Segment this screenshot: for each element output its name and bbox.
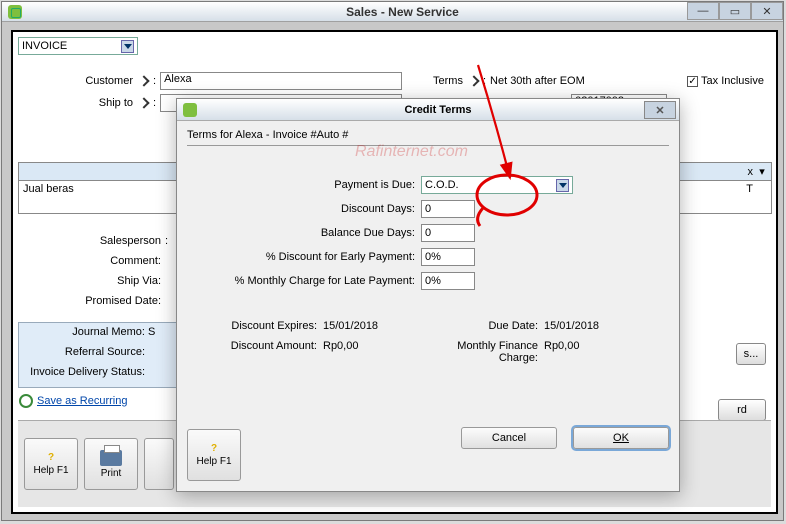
pct-monthly-input[interactable]: 0% [421,272,475,290]
chevron-down-icon[interactable]: ▾ [757,165,767,178]
due-date-label: Due Date: [428,320,538,332]
dialog-titlebar: Credit Terms ✕ [177,99,679,121]
zoom-arrow-icon[interactable] [137,96,151,110]
terms-for-label: Terms for Alexa - Invoice #Auto # [187,129,669,141]
doc-type-value: INVOICE [22,40,67,52]
maximize-button[interactable]: ▭ [719,2,751,20]
zoom-arrow-icon[interactable] [467,74,481,88]
dialog-icon [183,103,197,117]
tax-inclusive-checkbox[interactable] [687,76,698,87]
titlebar: Sales - New Service — ▭ ✕ [2,2,783,22]
line-item-text: Jual beras [23,183,74,195]
dialog-close-button[interactable]: ✕ [644,101,676,119]
balance-due-input[interactable]: 0 [421,224,475,242]
watermark: Rafinternet.com [355,143,468,161]
print-button[interactable]: Print [84,438,138,490]
due-date-value: 15/01/2018 [544,320,599,332]
zoom-arrow-icon[interactable] [137,74,151,88]
payment-due-label: Payment is Due: [187,179,415,191]
chevron-down-icon [556,179,569,192]
chevron-down-icon [121,40,134,53]
discount-days-label: Discount Days: [187,203,415,215]
recurring-icon [19,394,33,408]
ok-button[interactable]: OK [573,427,669,449]
discount-expires-label: Discount Expires: [187,320,317,332]
customer-input[interactable]: Alexa [160,72,402,90]
pct-discount-input[interactable]: 0% [421,248,475,266]
rd-button[interactable]: rd [718,399,766,421]
discount-days-input[interactable]: 0 [421,200,475,218]
cancel-button[interactable]: Cancel [461,427,557,449]
monthly-charge-label: Monthly Finance Charge: [428,340,538,364]
pct-monthly-label: % Monthly Charge for Late Payment: [187,275,415,287]
pct-discount-label: % Discount for Early Payment: [187,251,415,263]
tax-col-header: x [748,166,754,178]
s-button[interactable]: s... [736,343,766,365]
customer-label: Customer [73,75,133,87]
discount-expires-value: 15/01/2018 [323,320,378,332]
help-icon: ? [211,443,217,454]
terms-value: Net 30th after EOM [490,75,585,87]
dialog-title: Credit Terms [203,104,673,116]
doc-type-select[interactable]: INVOICE [18,37,138,55]
monthly-charge-value: Rp0,00 [544,340,579,364]
toolbar-button-partial[interactable] [144,438,174,490]
delivery-status-label: Invoice Delivery Status: [25,366,145,378]
terms-label: Terms [433,75,463,87]
app-icon [8,5,22,19]
tax-inclusive-label: Tax Inclusive [701,75,764,87]
close-button[interactable]: ✕ [751,2,783,20]
promised-date-label: Promised Date: [23,295,161,307]
line-item-tax: T [746,183,753,195]
discount-amount-value: Rp0,00 [323,340,358,364]
comment-label: Comment: [23,255,161,267]
window-title: Sales - New Service [28,5,777,19]
ship-via-label: Ship Via: [23,275,161,287]
printer-icon [100,450,122,466]
ship-to-label: Ship to [89,97,133,109]
referral-source-label: Referral Source: [25,346,145,358]
discount-amount-label: Discount Amount: [187,340,317,364]
minimize-button[interactable]: — [687,2,719,20]
save-recurring-link[interactable]: Save as Recurring [37,395,128,407]
help-button[interactable]: ? Help F1 [24,438,78,490]
balance-due-label: Balance Due Days: [187,227,415,239]
payment-due-select[interactable]: C.O.D. [421,176,573,194]
salesperson-label: Salesperson [23,235,161,247]
journal-memo-label: Journal Memo: [25,326,145,338]
dialog-help-button[interactable]: ? Help F1 [187,429,241,481]
help-icon: ? [48,452,54,463]
